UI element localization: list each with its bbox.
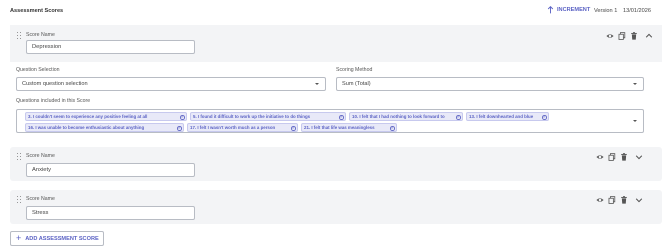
question-chip: 16. I was unable to become enthusiastic … (25, 123, 184, 132)
drag-handle-icon[interactable] (17, 32, 22, 39)
question-chip: 17. I felt I wasn't worth much as a pers… (187, 123, 298, 132)
section-header: Assessment Scores INCREMENT Version 1 13… (0, 0, 670, 22)
score-name-label: Score Name (26, 32, 55, 38)
close-circle-icon[interactable]: × (338, 115, 344, 120)
close-circle-icon[interactable]: × (290, 126, 296, 131)
increment-label: INCREMENT (557, 7, 591, 13)
trash-icon[interactable] (629, 31, 638, 40)
copy-icon[interactable] (617, 31, 626, 40)
plus-icon: + (16, 233, 22, 243)
question-selection-value: Custom question selection (22, 81, 88, 87)
chevron-down-icon[interactable] (634, 152, 643, 161)
add-assessment-score-button[interactable]: + ADD ASSESSMENT SCORE (10, 231, 104, 246)
scoring-method-value: Sum (Total) (342, 81, 371, 87)
version-date: 13/01/2026 (623, 8, 651, 14)
copy-icon[interactable] (607, 195, 616, 204)
close-circle-icon[interactable]: × (541, 115, 547, 120)
score-card-header: Score Name Depression (10, 25, 662, 62)
score-name-input[interactable]: Anxiety (26, 163, 195, 177)
chevron-down-icon[interactable] (634, 195, 643, 204)
question-selection-label: Question Selection (16, 67, 60, 73)
close-circle-icon[interactable]: × (455, 115, 461, 120)
score-card-stress: Score Name Stress (10, 190, 662, 224)
drag-handle-icon[interactable] (17, 196, 22, 203)
questions-included-label: Questions included in this Score (16, 98, 91, 104)
drag-handle-icon[interactable] (17, 153, 22, 160)
score-actions (595, 152, 643, 161)
question-chip: 21. I felt that life was meaningless × (301, 123, 397, 132)
eye-icon[interactable] (605, 31, 614, 40)
question-chip: 13. I felt downhearted and blue × (466, 112, 549, 121)
score-name-input[interactable]: Depression (26, 40, 195, 54)
close-circle-icon[interactable]: × (389, 126, 395, 131)
arrow-up-icon (547, 6, 554, 14)
chevron-down-icon (315, 83, 319, 85)
question-chip-label: 5. I found it difficult to work up the i… (193, 114, 311, 119)
questions-multiselect[interactable]: 3. I couldn't seem to experience any pos… (16, 109, 644, 133)
scoring-method-select[interactable]: Sum (Total) (336, 77, 644, 91)
score-card-anxiety: Score Name Anxiety (10, 147, 662, 181)
question-chip: 3. I couldn't seem to experience any pos… (25, 112, 187, 121)
score-name-label: Score Name (26, 153, 55, 159)
question-chip: 5. I found it difficult to work up the i… (190, 112, 346, 121)
trash-icon[interactable] (619, 195, 628, 204)
version-label: Version 1 (594, 8, 618, 14)
chevron-down-icon (633, 83, 637, 85)
eye-icon[interactable] (595, 195, 604, 204)
question-chip-label: 3. I couldn't seem to experience any pos… (28, 114, 148, 119)
question-selection-select[interactable]: Custom question selection (16, 77, 326, 91)
chevron-down-icon (633, 120, 637, 122)
question-chip-label: 10. I felt that I had nothing to look fo… (352, 114, 445, 119)
score-actions (595, 195, 643, 204)
score-name-input[interactable]: Stress (26, 206, 195, 220)
close-circle-icon[interactable]: × (179, 115, 185, 120)
question-chip-label: 16. I was unable to become enthusiastic … (28, 125, 145, 130)
question-chip-label: 17. I felt I wasn't worth much as a pers… (190, 125, 276, 130)
copy-icon[interactable] (607, 152, 616, 161)
chevron-up-icon[interactable] (644, 31, 653, 40)
question-chip: 10. I felt that I had nothing to look fo… (349, 112, 463, 121)
score-name-label: Score Name (26, 196, 55, 202)
scoring-method-label: Scoring Method (336, 67, 373, 73)
question-chip-label: 21. I felt that life was meaningless (304, 125, 375, 130)
eye-icon[interactable] (595, 152, 604, 161)
add-assessment-score-label: ADD ASSESSMENT SCORE (25, 235, 99, 242)
trash-icon[interactable] (619, 152, 628, 161)
score-actions (605, 31, 653, 40)
close-circle-icon[interactable]: × (176, 126, 182, 131)
section-title: Assessment Scores (10, 8, 64, 14)
increment-button[interactable]: INCREMENT (547, 6, 590, 14)
question-chip-label: 13. I felt downhearted and blue (469, 114, 534, 119)
